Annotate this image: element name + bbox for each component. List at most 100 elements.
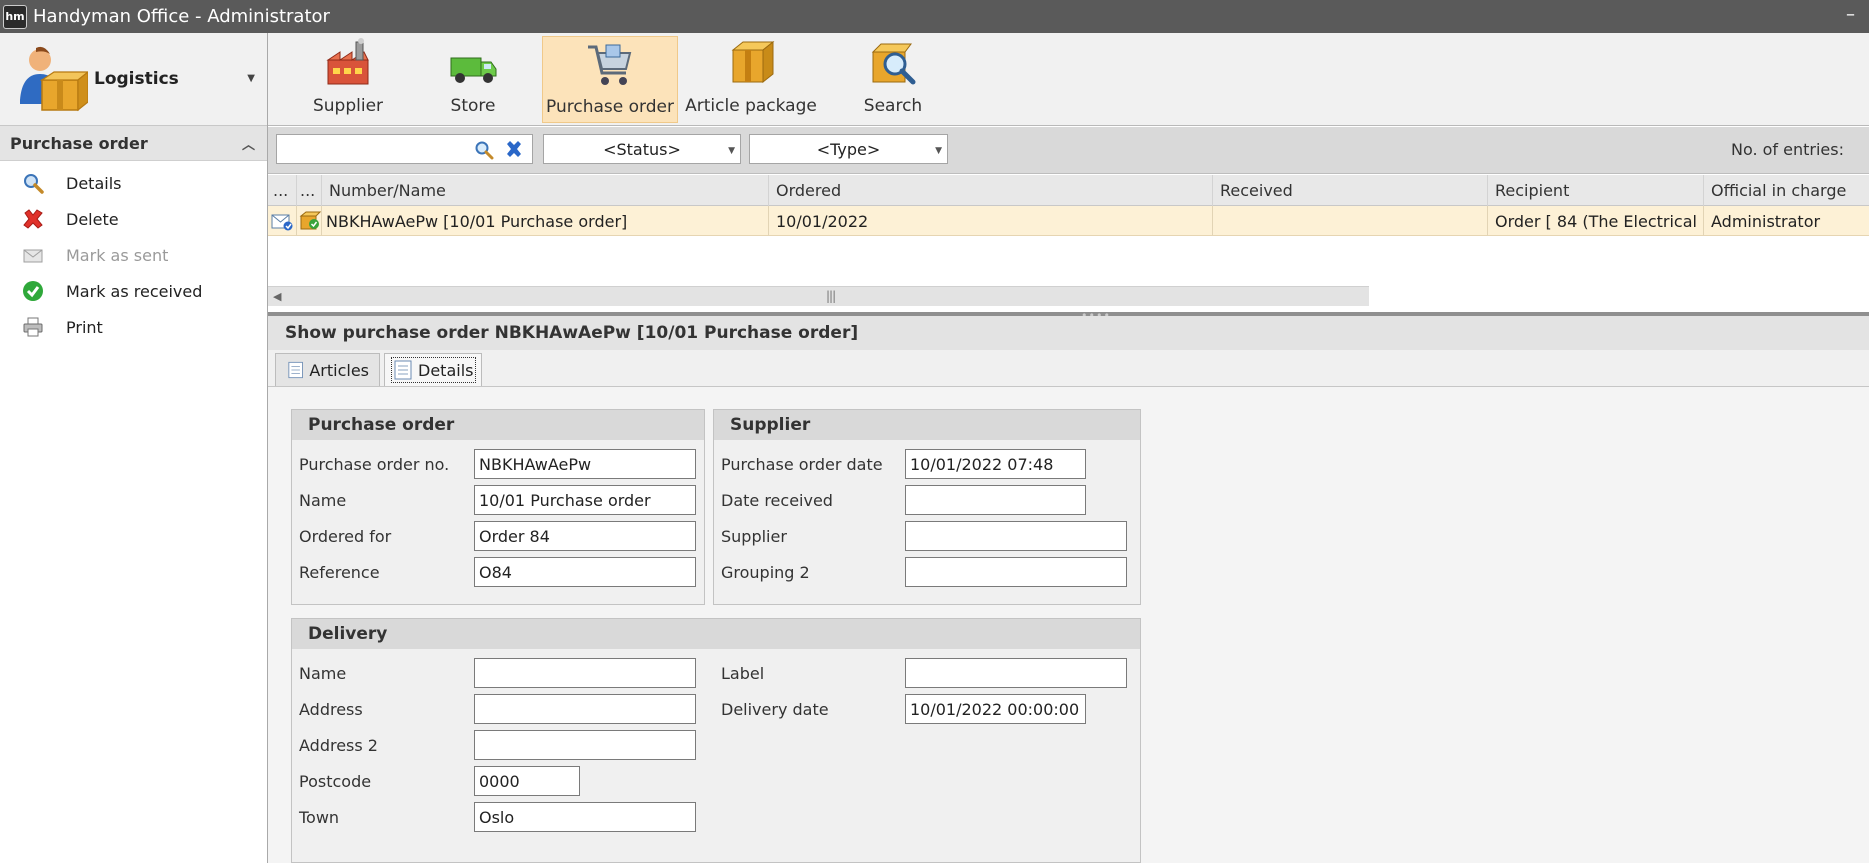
action-list: Details Delete Mark as sent Mark as rece… xyxy=(0,161,267,345)
type-dropdown[interactable]: <Type> ▼ xyxy=(749,134,948,164)
entries-count-label: No. of entries: xyxy=(1730,140,1844,159)
purchase-order-no-field[interactable]: NBKHAwAePw xyxy=(474,449,696,479)
clear-search-icon[interactable] xyxy=(504,139,524,163)
field-label: Supplier xyxy=(721,527,787,546)
module-label: Logistics xyxy=(94,69,179,89)
envelope-icon xyxy=(21,243,45,267)
tab-details[interactable]: Details xyxy=(384,353,482,386)
field-label: Name xyxy=(299,491,347,510)
action-label: Mark as sent xyxy=(66,245,169,265)
delivery-name-field[interactable] xyxy=(474,658,696,688)
shopping-cart-icon xyxy=(588,44,632,85)
reference-field[interactable]: O84 xyxy=(474,557,696,587)
column-header-number-name[interactable]: Number/Name xyxy=(322,175,769,206)
action-delete[interactable]: Delete xyxy=(0,201,267,237)
status-dropdown-value: <Status> xyxy=(603,139,681,159)
grouping-2-field[interactable] xyxy=(905,557,1127,587)
scroll-grip-icon[interactable]: ||| xyxy=(826,289,836,303)
column-header-official[interactable]: Official in charge xyxy=(1704,175,1869,206)
field-label: Ordered for xyxy=(299,527,392,546)
field-label: Reference xyxy=(299,563,380,582)
document-icon xyxy=(394,360,412,380)
column-header-ordered[interactable]: Ordered xyxy=(769,175,1213,206)
ribbon-button-article-package[interactable]: Article package xyxy=(685,36,817,123)
status-dropdown[interactable]: <Status> ▼ xyxy=(543,134,741,164)
grid-header: ... ... Number/Name Ordered Received Rec… xyxy=(268,175,1869,206)
town-field[interactable]: Oslo xyxy=(474,802,696,832)
field-label: Grouping 2 xyxy=(721,563,810,582)
section-title: Purchase order xyxy=(10,133,148,153)
tab-label: Articles xyxy=(309,360,369,380)
ribbon-button-purchase-order[interactable]: Purchase order xyxy=(542,36,678,123)
minimize-button[interactable]: – xyxy=(1846,4,1855,25)
row-type-cell xyxy=(297,206,322,236)
section-header-purchase-order[interactable]: Purchase order ︿ xyxy=(0,126,267,161)
search-icon[interactable] xyxy=(474,140,494,164)
factory-icon xyxy=(326,38,369,85)
field-label: Delivery date xyxy=(721,700,829,719)
action-mark-as-received[interactable]: Mark as received xyxy=(0,273,267,309)
type-dropdown-value: <Type> xyxy=(816,139,881,159)
row-recipient: Order [ 84 (The Electrical ... xyxy=(1488,206,1704,236)
left-navigation-panel: Logistics ▼ Purchase order ︿ Details Del… xyxy=(0,33,268,863)
ribbon-button-store[interactable]: Store xyxy=(423,36,523,123)
search-box-icon xyxy=(871,43,916,85)
ribbon-button-supplier[interactable]: Supplier xyxy=(293,36,403,123)
field-label: Label xyxy=(721,664,765,683)
detail-title: Show purchase order NBKHAwAePw [10/01 Pu… xyxy=(268,316,1869,350)
ribbon-label: Article package xyxy=(685,96,817,116)
envelope-sent-icon xyxy=(271,214,293,231)
field-label: Town xyxy=(299,808,340,827)
address-2-field[interactable] xyxy=(474,730,696,760)
search-input[interactable] xyxy=(277,135,467,163)
action-label: Print xyxy=(66,317,103,337)
ribbon-button-search[interactable]: Search xyxy=(838,36,948,123)
ribbon-label: Search xyxy=(863,96,923,116)
action-print[interactable]: Print xyxy=(0,309,267,345)
supplier-group: Supplier Purchase order date 10/01/2022 … xyxy=(713,409,1141,605)
green-check-icon xyxy=(21,279,45,303)
chevron-down-icon[interactable]: ▼ xyxy=(247,73,255,84)
chevron-down-icon: ▼ xyxy=(728,146,735,156)
module-selector[interactable]: Logistics ▼ xyxy=(0,33,267,126)
detail-pane: Show purchase order NBKHAwAePw [10/01 Pu… xyxy=(268,316,1869,863)
label-field[interactable] xyxy=(905,658,1127,688)
tab-articles[interactable]: Articles xyxy=(275,353,380,386)
tab-focus-frame: Details xyxy=(391,357,477,383)
column-header-type[interactable]: ... xyxy=(297,175,322,206)
date-received-field[interactable] xyxy=(905,485,1086,515)
address-field[interactable] xyxy=(474,694,696,724)
row-ordered: 10/01/2022 xyxy=(769,206,1213,236)
title-bar: hm Handyman Office - Administrator – xyxy=(0,0,1869,33)
logistics-person-box-icon xyxy=(20,46,88,112)
delivery-date-field[interactable]: 10/01/2022 00:00:00 xyxy=(905,694,1086,724)
action-mark-as-sent[interactable]: Mark as sent xyxy=(0,237,267,273)
column-header-recipient[interactable]: Recipient xyxy=(1488,175,1704,206)
van-icon xyxy=(450,57,497,83)
red-x-icon xyxy=(21,207,45,231)
name-field[interactable]: 10/01 Purchase order xyxy=(474,485,696,515)
row-number-name: NBKHAwAePw [10/01 Purchase order] xyxy=(322,206,769,236)
field-label: Date received xyxy=(721,491,833,510)
ribbon-toolbar: Supplier Store Purchase order Article pa… xyxy=(268,33,1869,126)
action-label: Details xyxy=(66,173,122,193)
supplier-field[interactable] xyxy=(905,521,1127,551)
postcode-field[interactable]: 0000 xyxy=(474,766,580,796)
chevron-up-icon[interactable]: ︿ xyxy=(242,134,255,153)
purchase-order-group: Purchase order Purchase order no. NBKHAw… xyxy=(291,409,705,605)
purchase-order-date-field[interactable]: 10/01/2022 07:48 xyxy=(905,449,1086,479)
action-details[interactable]: Details xyxy=(0,165,267,201)
scroll-left-arrow-icon[interactable]: ◀ xyxy=(273,290,281,303)
field-label: Address xyxy=(299,700,363,719)
ribbon-label: Purchase order xyxy=(546,97,674,117)
tab-label: Details xyxy=(418,360,474,380)
column-header-received[interactable]: Received xyxy=(1213,175,1488,206)
chevron-down-icon: ▼ xyxy=(935,146,942,156)
action-label: Delete xyxy=(66,209,119,229)
table-row[interactable]: NBKHAwAePw [10/01 Purchase order] 10/01/… xyxy=(268,206,1869,236)
horizontal-scrollbar[interactable]: ◀ ||| xyxy=(268,286,1369,306)
ordered-for-field[interactable]: Order 84 xyxy=(474,521,696,551)
printer-icon xyxy=(21,315,45,339)
column-header-status[interactable]: ... xyxy=(268,175,297,206)
field-label: Name xyxy=(299,664,347,683)
